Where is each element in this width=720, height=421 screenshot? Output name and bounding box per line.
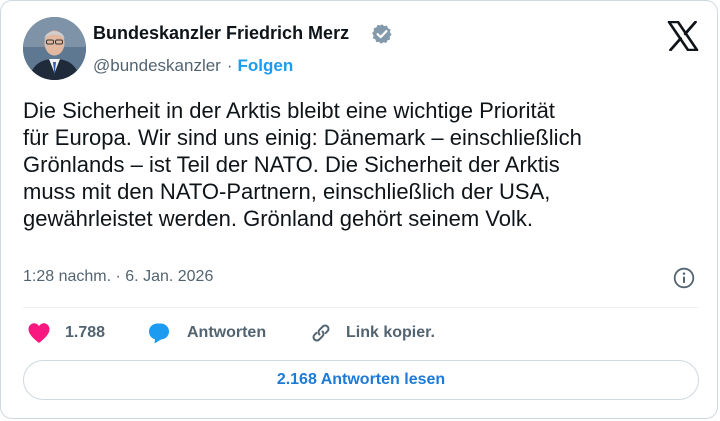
tweet-card: Bundeskanzler Friedrich Merz @bundeskanz… <box>0 0 718 419</box>
tweet-text: Die Sicherheit in der Arktis bleibt eine… <box>23 98 582 231</box>
copy-link-label: Link kopier. <box>346 324 435 341</box>
heart-icon <box>28 323 50 343</box>
like-button[interactable]: 1.788 <box>27 321 105 345</box>
separator-dot: · <box>226 56 233 75</box>
follow-button[interactable]: Folgen <box>238 56 294 75</box>
reply-label: Antworten <box>187 324 267 341</box>
verified-badge-icon <box>372 24 392 44</box>
tweet-timestamp[interactable]: 1:28 nachm. · 6. Jan. 2026 <box>23 268 213 286</box>
read-replies-button[interactable]: 2.168 Antworten lesen <box>23 360 699 400</box>
reply-button[interactable]: Antworten <box>147 321 266 345</box>
handle-row: @bundeskanzler · Folgen <box>93 56 293 76</box>
like-count: 1.788 <box>65 324 106 341</box>
copy-link-button[interactable]: Link kopier. <box>309 321 435 345</box>
avatar[interactable] <box>23 17 86 80</box>
link-icon <box>312 324 330 342</box>
info-icon[interactable] <box>673 267 695 289</box>
x-logo-icon[interactable] <box>667 21 699 51</box>
author-handle[interactable]: @bundeskanzler <box>93 56 221 75</box>
divider <box>23 307 699 308</box>
reply-bubble-icon <box>149 323 169 344</box>
portrait-photo <box>23 17 86 80</box>
author-name[interactable]: Bundeskanzler Friedrich Merz <box>93 23 349 44</box>
